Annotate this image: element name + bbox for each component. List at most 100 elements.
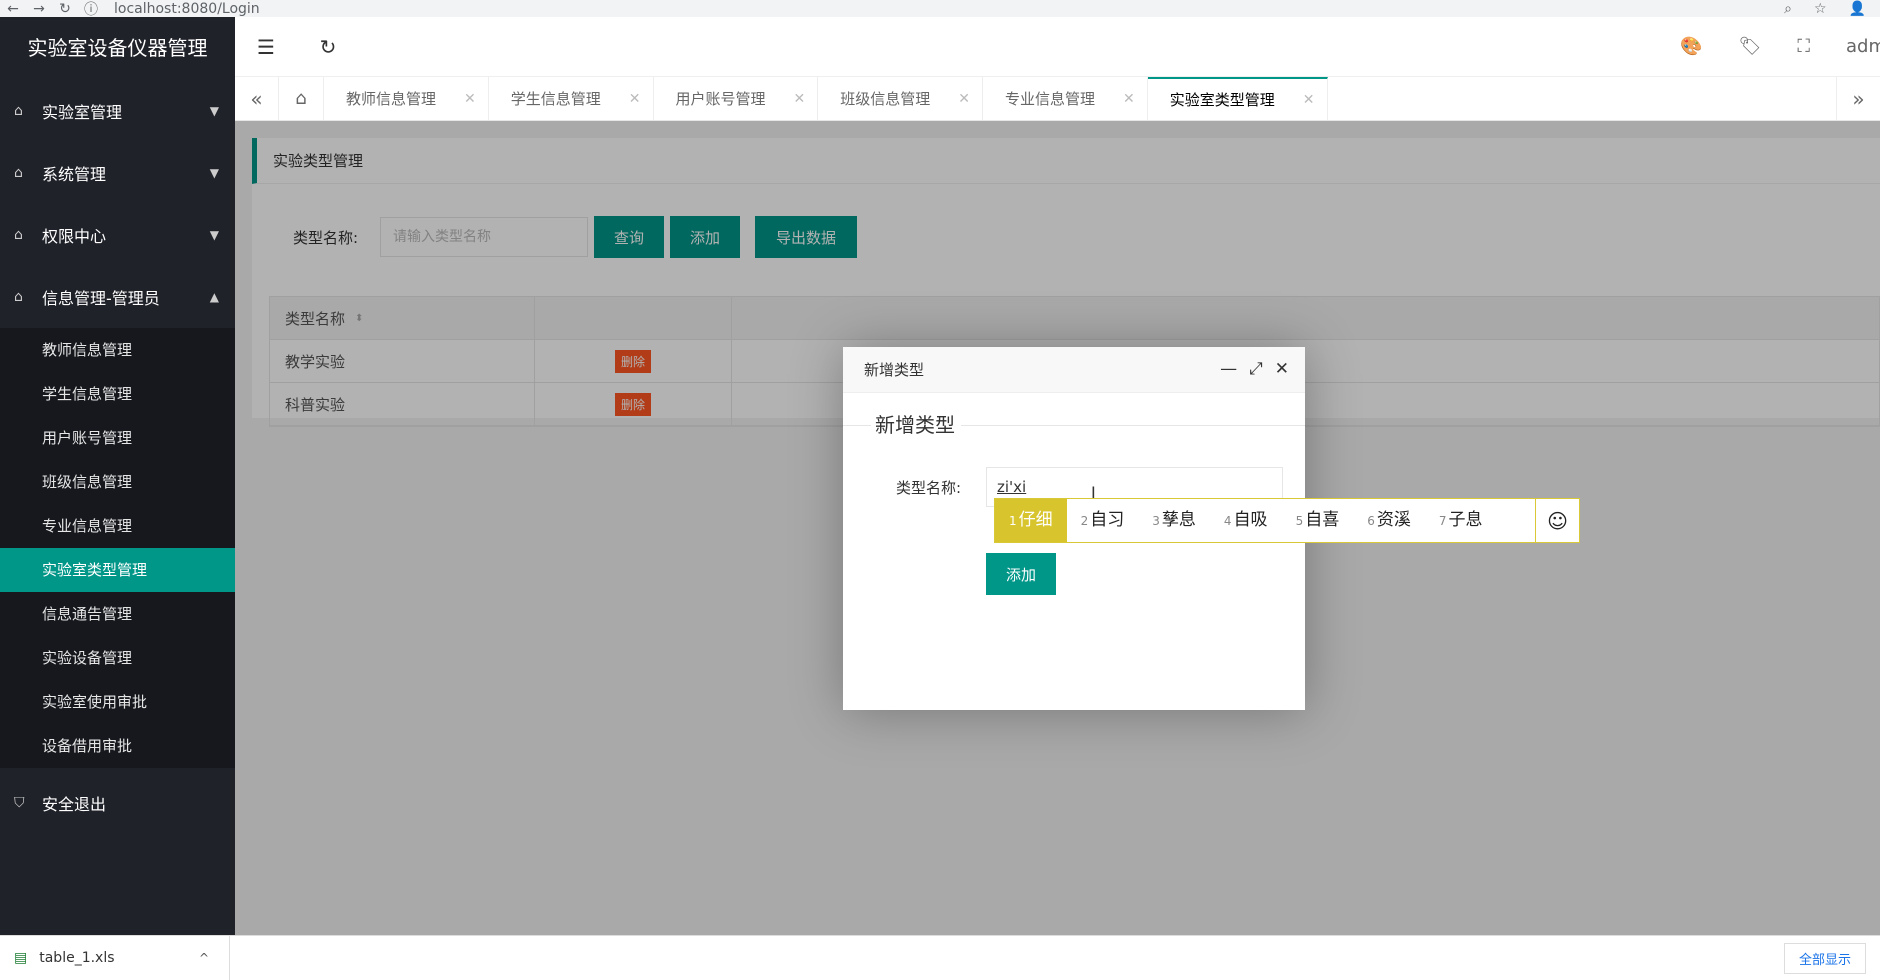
tab-close-icon[interactable]: ✕ [1303, 92, 1315, 108]
tag-icon[interactable]: 🏷 [1739, 36, 1762, 57]
tab-class-info[interactable]: 班级信息管理 ✕ [818, 77, 983, 120]
candidate-text: 仔细 [1018, 510, 1053, 530]
tab-close-icon[interactable]: ✕ [794, 91, 806, 107]
menu-system-management[interactable]: ⌂ 系统管理 ▼ [0, 142, 235, 204]
tabs-prev-icon[interactable]: « [235, 77, 279, 120]
emoji-icon[interactable]: ☺ [1535, 499, 1579, 542]
sidebar-item-borrow-approval[interactable]: 设备借用审批 [0, 724, 235, 768]
tab-close-icon[interactable]: ✕ [958, 91, 970, 107]
ime-candidate[interactable]: 2 自习 [1067, 499, 1139, 542]
fullscreen-icon[interactable]: ⛶ [1797, 36, 1810, 57]
top-header: ☰ ↻ 🎨 🏷 ⛶ admin [235, 17, 1880, 77]
tabs-next-icon[interactable]: » [1836, 77, 1880, 120]
composition-text: zi'xi [997, 478, 1027, 496]
ime-candidate[interactable]: 1 仔细 [995, 499, 1067, 542]
sidebar: 实验室设备仪器管理 ⌂ 实验室管理 ▼ ⌂ 系统管理 ▼ ⌂ 权限中心 ▼ ⌂ … [0, 17, 235, 935]
tab-close-icon[interactable]: ✕ [464, 91, 476, 107]
back-icon[interactable]: ← [0, 1, 26, 17]
home-icon: ⌂ [14, 103, 23, 119]
tab-label: 专业信息管理 [1005, 90, 1096, 108]
caret-down-icon: ▼ [209, 104, 219, 118]
menu-label: 信息管理-管理员 [42, 289, 160, 308]
spreadsheet-file-icon: ▤ [14, 950, 28, 966]
reload-icon[interactable]: ↻ [52, 1, 78, 17]
chevron-up-icon[interactable]: ^ [199, 951, 209, 965]
menu-label: 权限中心 [42, 227, 107, 246]
sidebar-item-teacher-info[interactable]: 教师信息管理 [0, 328, 235, 372]
sidebar-item-lab-type[interactable]: 实验室类型管理 [0, 548, 235, 592]
download-bar: ▤ table_1.xls ^ 全部显示 [0, 935, 1880, 980]
tab-lab-type[interactable]: 实验室类型管理 ✕ [1147, 77, 1328, 120]
home-icon: ⌂ [14, 289, 23, 305]
candidate-number: 3 [1152, 514, 1160, 528]
menu-label: 系统管理 [42, 165, 107, 184]
sidebar-item-notice[interactable]: 信息通告管理 [0, 592, 235, 636]
show-all-button[interactable]: 全部显示 [1783, 942, 1866, 974]
sidebar-item-equipment[interactable]: 实验设备管理 [0, 636, 235, 680]
tab-student-info[interactable]: 学生信息管理 ✕ [489, 77, 654, 120]
ime-candidate[interactable]: 6 资溪 [1353, 499, 1425, 542]
sidebar-item-student-info[interactable]: 学生信息管理 [0, 372, 235, 416]
sidebar-item-class-info[interactable]: 班级信息管理 [0, 460, 235, 504]
zoom-icon[interactable]: ⌕ [1784, 1, 1792, 17]
download-item[interactable]: ▤ table_1.xls ^ [0, 936, 230, 980]
home-icon: ⌂ [14, 227, 23, 243]
legend-text: 新增类型 [871, 409, 961, 438]
tab-label: 学生信息管理 [510, 90, 601, 108]
caret-down-icon: ▼ [209, 228, 219, 242]
menu-info-admin[interactable]: ⌂ 信息管理-管理员 ▲ [0, 266, 235, 328]
tab-close-icon[interactable]: ✕ [1123, 91, 1135, 107]
app-logo: 实验室设备仪器管理 [27, 36, 208, 60]
tab-home-icon[interactable]: ⌂ [279, 77, 324, 120]
menu-toggle-icon[interactable]: ☰ [235, 35, 297, 59]
address-bar[interactable]: localhost:8080/Login [114, 1, 260, 17]
tab-label: 班级信息管理 [840, 90, 931, 108]
tab-bar: « ⌂ 教师信息管理 ✕ 学生信息管理 ✕ 用户账号管理 ✕ 班级信息管理 ✕ … [235, 77, 1880, 121]
tab-user-account[interactable]: 用户账号管理 ✕ [654, 77, 819, 120]
account-icon[interactable]: 👤 [1849, 1, 1866, 17]
ime-candidate[interactable]: 5 自喜 [1282, 499, 1354, 542]
fieldset-legend: 新增类型 [843, 409, 1305, 439]
candidate-number: 1 [1009, 514, 1017, 528]
user-menu[interactable]: admin [1846, 36, 1880, 57]
candidate-text: 自吸 [1233, 510, 1268, 530]
close-icon[interactable]: ✕ [1275, 359, 1289, 379]
caret-down-icon: ▼ [209, 166, 219, 180]
candidate-number: 7 [1438, 514, 1447, 528]
ime-candidate[interactable]: 3 孳息 [1138, 499, 1210, 542]
tab-close-icon[interactable]: ✕ [629, 91, 641, 107]
dialog-add-button[interactable]: 添加 [986, 553, 1056, 595]
logout-button[interactable]: ⛉ 安全退出 [0, 772, 235, 834]
candidate-text: 自喜 [1305, 510, 1340, 530]
download-filename: table_1.xls [39, 950, 115, 966]
menu-label: 实验室管理 [42, 103, 123, 122]
menu-lab-management[interactable]: ⌂ 实验室管理 ▼ [0, 80, 235, 142]
tab-label: 教师信息管理 [346, 90, 437, 108]
refresh-icon[interactable]: ↻ [297, 35, 359, 59]
candidate-text: 资溪 [1376, 510, 1411, 530]
tab-teacher-info[interactable]: 教师信息管理 ✕ [324, 77, 489, 120]
menu-permission-center[interactable]: ⌂ 权限中心 ▼ [0, 204, 235, 266]
candidate-number: 2 [1080, 514, 1089, 528]
sidebar-item-user-account[interactable]: 用户账号管理 [0, 416, 235, 460]
candidate-number: 5 [1295, 514, 1304, 528]
forward-icon[interactable]: → [26, 1, 52, 17]
tab-label: 实验室类型管理 [1169, 91, 1275, 109]
palette-icon[interactable]: 🎨 [1680, 36, 1702, 57]
candidate-text: 孳息 [1161, 510, 1196, 530]
minimize-icon[interactable]: — [1220, 359, 1237, 379]
sidebar-item-lab-approval[interactable]: 实验室使用审批 [0, 680, 235, 724]
info-icon[interactable]: ⓘ [78, 0, 104, 19]
candidate-text: 自习 [1090, 510, 1125, 530]
browser-bar: ← → ↻ ⓘ localhost:8080/Login ⌕ ☆ 👤 [0, 0, 1880, 19]
caret-up-icon: ▲ [209, 290, 219, 304]
shield-icon: ⛉ [14, 795, 25, 811]
tab-major-info[interactable]: 专业信息管理 ✕ [983, 77, 1148, 120]
maximize-icon[interactable]: ⤢ [1249, 359, 1263, 379]
tab-label: 用户账号管理 [675, 90, 766, 108]
star-icon[interactable]: ☆ [1814, 1, 1827, 17]
candidate-text: 子息 [1448, 510, 1483, 530]
ime-candidate[interactable]: 7 子息 [1425, 499, 1497, 542]
ime-candidate[interactable]: 4 自吸 [1210, 499, 1282, 542]
sidebar-item-major-info[interactable]: 专业信息管理 [0, 504, 235, 548]
